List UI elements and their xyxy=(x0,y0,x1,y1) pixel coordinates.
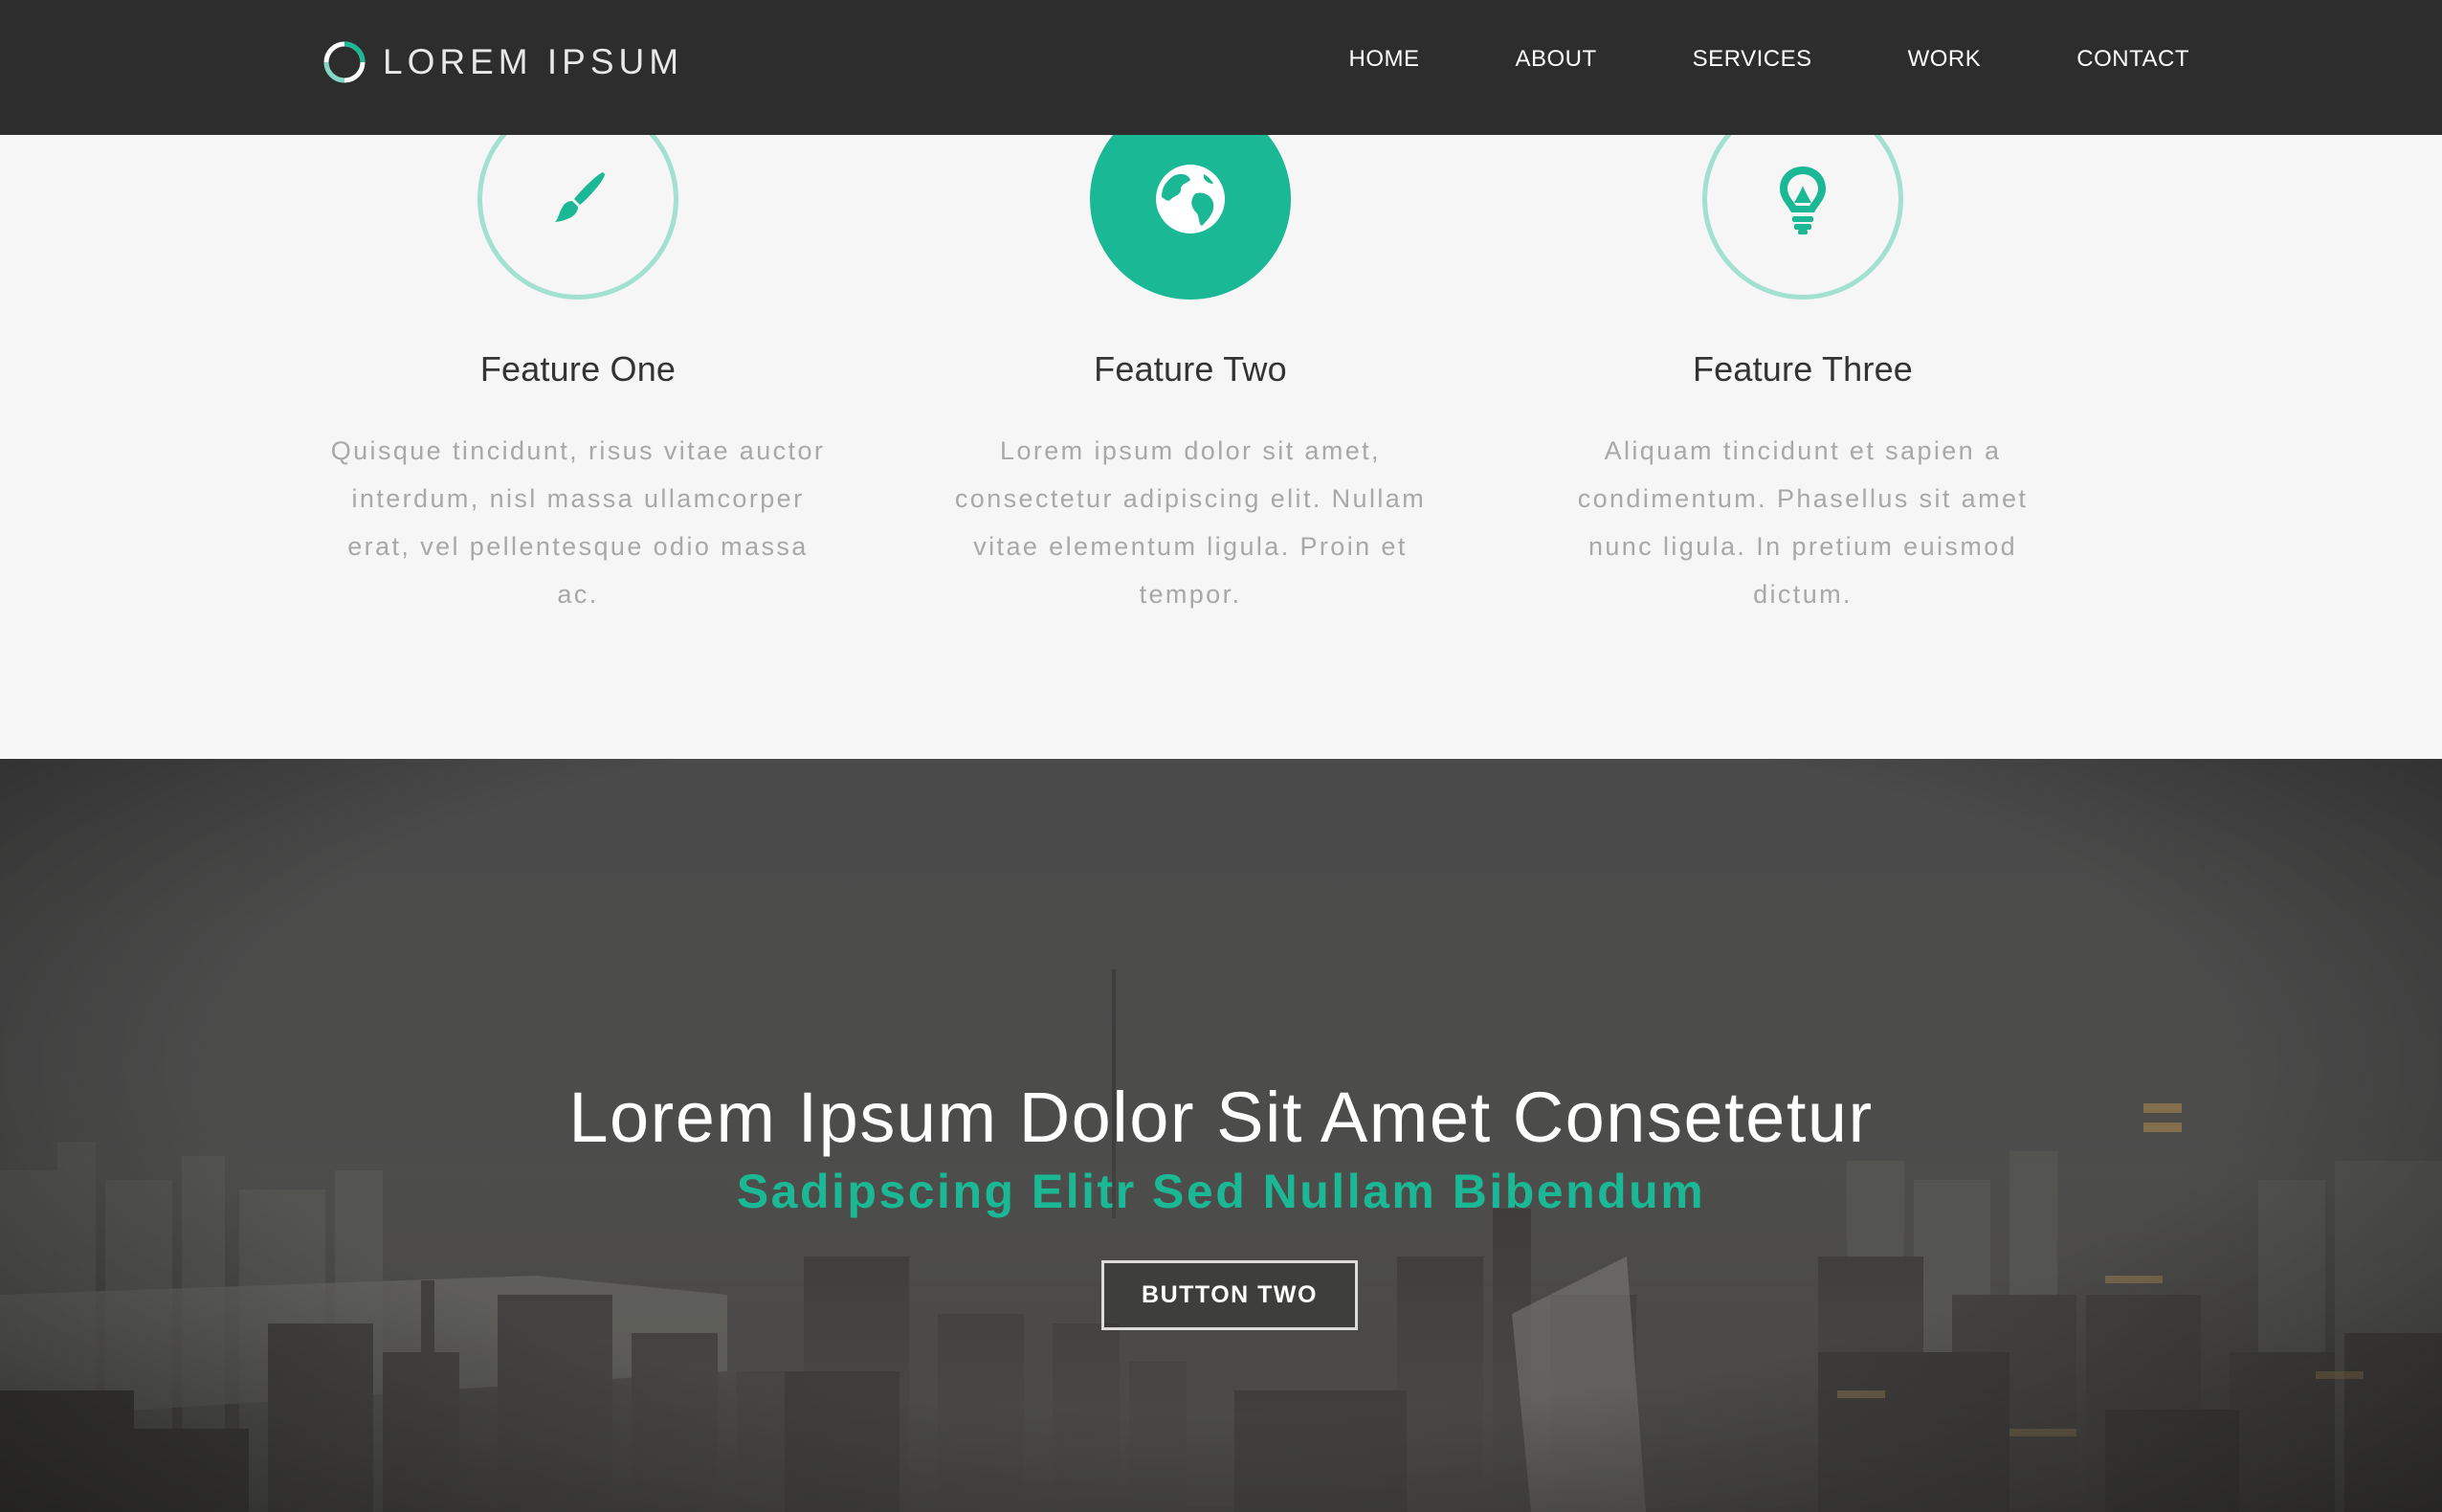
page: Feature One Quisque tincidunt, risus vit… xyxy=(0,0,2442,1512)
globe-icon xyxy=(1156,165,1225,233)
feature-title: Feature Two xyxy=(1094,349,1287,389)
feature-title: Feature Three xyxy=(1692,349,1914,389)
nav-item-services[interactable]: SERVICES xyxy=(1693,42,1812,77)
brand-link[interactable]: LOREM IPSUM xyxy=(322,34,683,90)
button-two[interactable]: BUTTON TWO xyxy=(1101,1260,1358,1330)
feature-text: Aliquam tincidunt et sapien a condimentu… xyxy=(1577,436,2029,609)
lightbulb-icon xyxy=(1780,167,1826,234)
nav-item-work[interactable]: WORK xyxy=(1908,42,1982,77)
nav-item-home[interactable]: HOME xyxy=(1348,42,1419,77)
ring-logo-icon xyxy=(323,41,366,83)
hero-section: Lorem Ipsum Dolor Sit Amet Consetetur Sa… xyxy=(0,759,2442,1512)
feature-title: Feature One xyxy=(479,349,677,389)
paintbrush-icon xyxy=(555,172,605,222)
feature-text: Quisque tincidunt, risus vitae auctor in… xyxy=(330,436,826,609)
navbar: LOREM IPSUM HOME ABOUT SERVICES WORK CON… xyxy=(0,0,2442,135)
nav-item-about[interactable]: ABOUT xyxy=(1515,42,1596,77)
hero-title: Lorem Ipsum Dolor Sit Amet Consetetur xyxy=(568,1078,1874,1157)
brand-name: LOREM IPSUM xyxy=(383,42,684,81)
nav-item-contact[interactable]: CONTACT xyxy=(2076,42,2189,77)
main-nav: HOME ABOUT SERVICES WORK CONTACT xyxy=(1348,42,2189,77)
feature-text: Lorem ipsum dolor sit amet, consectetur … xyxy=(954,436,1427,609)
hero-subtitle: Sadipscing Elitr Sed Nullam Bibendum xyxy=(736,1165,1706,1218)
